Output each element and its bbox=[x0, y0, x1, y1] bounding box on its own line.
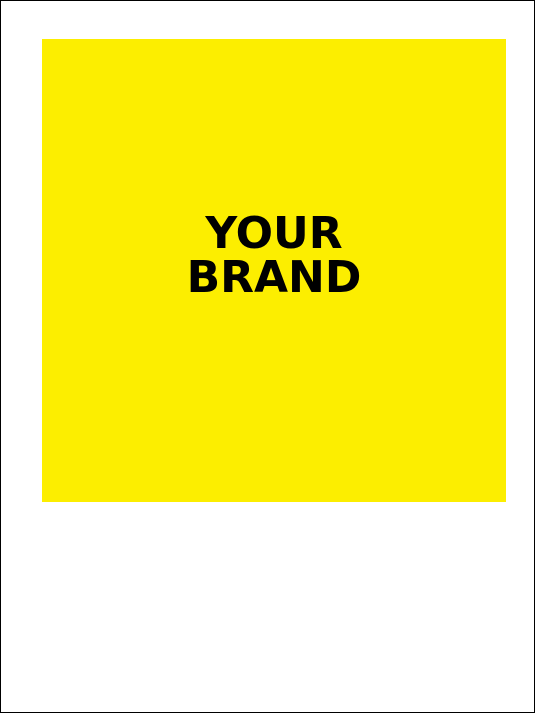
brand-text-line-1: YOUR bbox=[205, 208, 343, 259]
brand-placeholder-card: YOUR BRAND bbox=[42, 39, 506, 502]
brand-text: YOUR BRAND bbox=[42, 212, 506, 300]
page-frame: YOUR BRAND bbox=[0, 0, 535, 713]
brand-text-line-2: BRAND bbox=[186, 252, 362, 303]
